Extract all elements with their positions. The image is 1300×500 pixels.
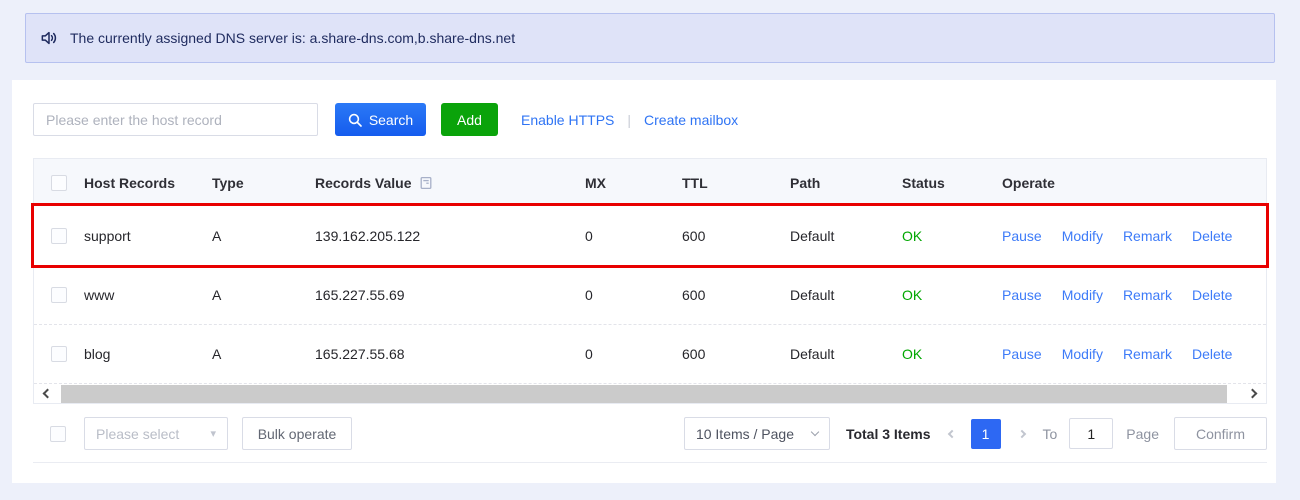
table-header-row: Host Records Type Records Value MX TTL P… <box>34 159 1266 206</box>
goto-label: To <box>1043 426 1058 442</box>
col-path: Path <box>782 175 894 191</box>
record-ttl: 600 <box>674 228 782 244</box>
speaker-icon <box>39 28 59 48</box>
caret-down-icon: ▾ <box>210 427 216 440</box>
col-operate: Operate <box>994 175 1266 191</box>
scroll-left-button[interactable] <box>34 384 61 403</box>
table-footer: Please select ▾ Bulk operate 10 Items / … <box>33 417 1267 463</box>
page-size-value: 10 Items / Page <box>696 426 794 442</box>
chevron-left-icon <box>43 389 53 399</box>
row-checkbox[interactable] <box>51 346 67 362</box>
chevron-right-icon <box>1248 389 1258 399</box>
footer-select-all-checkbox[interactable] <box>50 426 66 442</box>
operate-cell: Pause Modify Remark Delete <box>994 287 1266 303</box>
bulk-operate-button[interactable]: Bulk operate <box>242 417 352 450</box>
record-value: 139.162.205.122 <box>307 228 577 244</box>
table-row-www: www A 165.227.55.69 0 600 Default OK Pau… <box>34 265 1266 324</box>
prev-page-button[interactable] <box>949 431 955 437</box>
host-record: www <box>76 287 204 303</box>
col-ttl: TTL <box>674 175 782 191</box>
remark-link[interactable]: Remark <box>1123 346 1172 362</box>
record-type: A <box>204 228 307 244</box>
col-status: Status <box>894 175 994 191</box>
banner-text: The currently assigned DNS server is: a.… <box>70 30 515 46</box>
record-type: A <box>204 287 307 303</box>
delete-link[interactable]: Delete <box>1192 228 1232 244</box>
col-records-value: Records Value <box>315 175 412 191</box>
operate-cell: Pause Modify Remark Delete <box>994 346 1266 362</box>
col-type: Type <box>204 175 307 191</box>
pagination: 10 Items / Page Total 3 Items 1 To Page … <box>684 417 1267 450</box>
bulk-controls: Please select ▾ Bulk operate <box>33 417 352 450</box>
page-size-select[interactable]: 10 Items / Page <box>684 417 830 450</box>
col-host-records: Host Records <box>76 175 204 191</box>
toolbar-links: Enable HTTPS | Create mailbox <box>521 112 738 128</box>
record-status: OK <box>894 346 994 362</box>
record-path: Default <box>782 228 894 244</box>
page-label: Page <box>1126 426 1159 442</box>
col-mx: MX <box>577 175 674 191</box>
next-page-button[interactable] <box>1019 431 1025 437</box>
enable-https-link[interactable]: Enable HTTPS <box>521 112 614 128</box>
bulk-action-select[interactable]: Please select ▾ <box>84 417 228 450</box>
chevron-down-icon <box>811 428 819 436</box>
remark-link[interactable]: Remark <box>1123 287 1172 303</box>
table-row-support: support A 139.162.205.122 0 600 Default … <box>34 206 1266 265</box>
pause-link[interactable]: Pause <box>1002 346 1042 362</box>
record-path: Default <box>782 287 894 303</box>
host-record: blog <box>76 346 204 362</box>
link-divider: | <box>627 112 631 128</box>
select-all-checkbox[interactable] <box>51 175 67 191</box>
create-mailbox-link[interactable]: Create mailbox <box>644 112 738 128</box>
remark-link[interactable]: Remark <box>1123 228 1172 244</box>
horizontal-scrollbar <box>34 383 1266 403</box>
goto-page-input[interactable] <box>1069 418 1113 449</box>
dns-server-banner: The currently assigned DNS server is: a.… <box>25 13 1275 63</box>
confirm-button[interactable]: Confirm <box>1174 417 1267 450</box>
record-mx: 0 <box>577 228 674 244</box>
record-mx: 0 <box>577 346 674 362</box>
page-number-button[interactable]: 1 <box>971 419 1001 449</box>
records-table: Host Records Type Records Value MX TTL P… <box>33 158 1267 404</box>
search-button[interactable]: Search <box>335 103 426 136</box>
search-button-label: Search <box>369 112 413 128</box>
record-ttl: 600 <box>674 346 782 362</box>
record-status: OK <box>894 228 994 244</box>
scrollbar-thumb[interactable] <box>61 385 1227 403</box>
add-button[interactable]: Add <box>441 103 498 136</box>
modify-link[interactable]: Modify <box>1062 346 1103 362</box>
pause-link[interactable]: Pause <box>1002 228 1042 244</box>
operate-cell: Pause Modify Remark Delete <box>994 228 1266 244</box>
scrollbar-track[interactable] <box>61 384 1239 403</box>
record-type: A <box>204 346 307 362</box>
modify-link[interactable]: Modify <box>1062 228 1103 244</box>
record-value: 165.227.55.68 <box>307 346 577 362</box>
total-items-label: Total 3 Items <box>846 426 931 442</box>
bulk-select-placeholder: Please select <box>96 426 179 442</box>
record-mx: 0 <box>577 287 674 303</box>
delete-link[interactable]: Delete <box>1192 287 1232 303</box>
magnifier-icon <box>348 113 362 127</box>
table-row-blog: blog A 165.227.55.68 0 600 Default OK Pa… <box>34 324 1266 383</box>
display-format-icon[interactable] <box>419 176 433 190</box>
chevron-right-icon <box>1017 429 1025 437</box>
search-input[interactable] <box>33 103 318 136</box>
record-path: Default <box>782 346 894 362</box>
scroll-right-button[interactable] <box>1239 384 1266 403</box>
dns-records-panel: Search Add Enable HTTPS | Create mailbox… <box>12 80 1276 483</box>
record-ttl: 600 <box>674 287 782 303</box>
host-record: support <box>76 228 204 244</box>
record-status: OK <box>894 287 994 303</box>
row-checkbox[interactable] <box>51 287 67 303</box>
record-value: 165.227.55.69 <box>307 287 577 303</box>
chevron-left-icon <box>947 429 955 437</box>
toolbar: Search Add Enable HTTPS | Create mailbox <box>33 103 1267 136</box>
delete-link[interactable]: Delete <box>1192 346 1232 362</box>
row-checkbox[interactable] <box>51 228 67 244</box>
pause-link[interactable]: Pause <box>1002 287 1042 303</box>
modify-link[interactable]: Modify <box>1062 287 1103 303</box>
